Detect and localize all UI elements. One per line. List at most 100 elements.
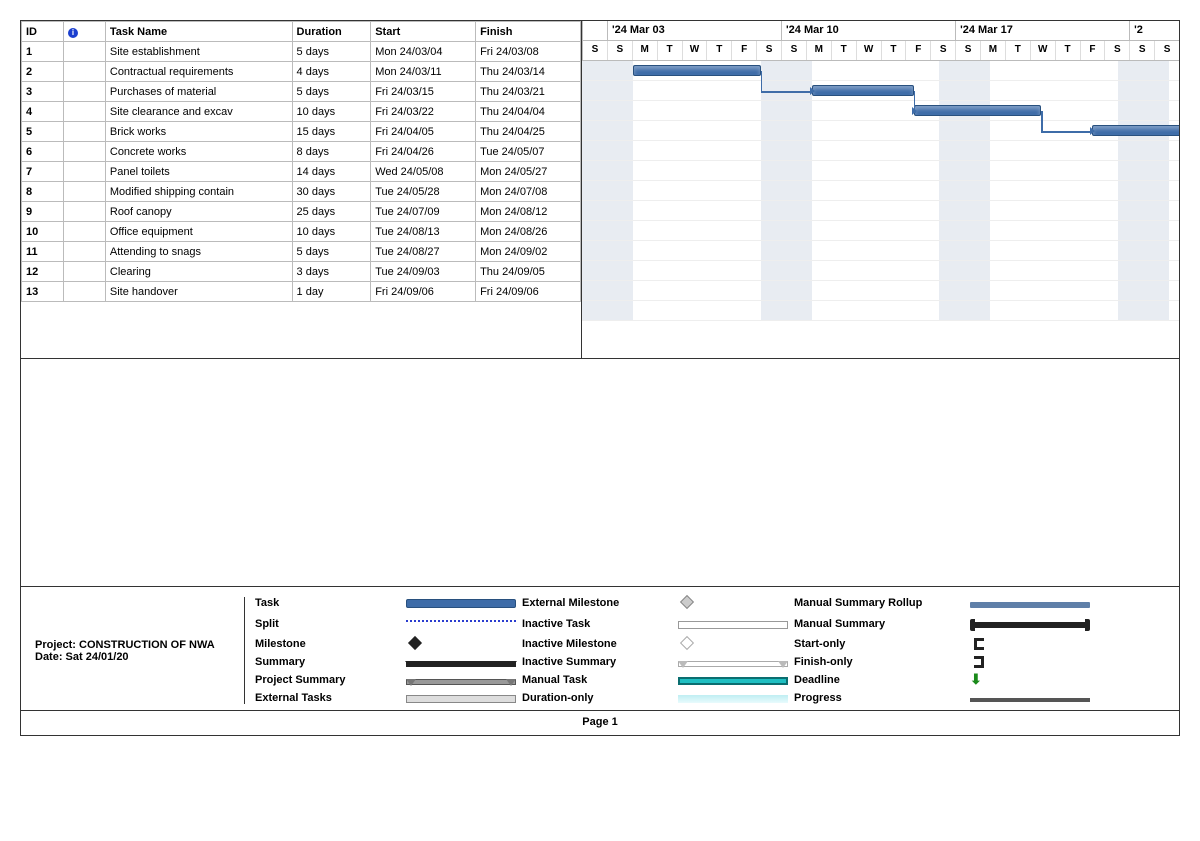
- gantt-top-area: ID i Task Name Duration Start Finish 1Si…: [21, 21, 1179, 359]
- task-info: [63, 102, 105, 122]
- task-duration[interactable]: 10 days: [292, 102, 371, 122]
- task-start[interactable]: Tue 24/08/13: [371, 222, 476, 242]
- task-finish[interactable]: Mon 24/09/02: [476, 242, 581, 262]
- swatch-inactive-task: [678, 621, 788, 629]
- task-name[interactable]: Brick works: [105, 122, 292, 142]
- task-row[interactable]: 9Roof canopy25 daysTue 24/07/09Mon 24/08…: [22, 202, 581, 222]
- col-header-name[interactable]: Task Name: [105, 22, 292, 42]
- col-header-duration[interactable]: Duration: [292, 22, 371, 42]
- task-row[interactable]: 10Office equipment10 daysTue 24/08/13Mon…: [22, 222, 581, 242]
- task-finish[interactable]: Thu 24/03/14: [476, 62, 581, 82]
- task-finish[interactable]: Thu 24/04/04: [476, 102, 581, 122]
- task-start[interactable]: Tue 24/09/03: [371, 262, 476, 282]
- task-start[interactable]: Fri 24/04/26: [371, 142, 476, 162]
- task-row[interactable]: 1Site establishment5 daysMon 24/03/04Fri…: [22, 42, 581, 62]
- task-name[interactable]: Site clearance and excav: [105, 102, 292, 122]
- legend-label-deadline: Deadline: [794, 674, 964, 686]
- task-row[interactable]: 13Site handover1 dayFri 24/09/06Fri 24/0…: [22, 282, 581, 302]
- task-finish[interactable]: Thu 24/04/25: [476, 122, 581, 142]
- task-name[interactable]: Concrete works: [105, 142, 292, 162]
- task-name[interactable]: Clearing: [105, 262, 292, 282]
- task-start[interactable]: Mon 24/03/04: [371, 42, 476, 62]
- timeline-day-label: W: [682, 41, 707, 60]
- task-row[interactable]: 5Brick works15 daysFri 24/04/05Thu 24/04…: [22, 122, 581, 142]
- task-row[interactable]: 6Concrete works8 daysFri 24/04/26Tue 24/…: [22, 142, 581, 162]
- col-header-finish[interactable]: Finish: [476, 22, 581, 42]
- task-duration[interactable]: 15 days: [292, 122, 371, 142]
- swatch-inactive-milestone: [680, 636, 694, 650]
- timeline-week-label: '24 Mar 17: [955, 21, 1129, 40]
- task-duration[interactable]: 8 days: [292, 142, 371, 162]
- task-finish[interactable]: Fri 24/09/06: [476, 282, 581, 302]
- col-header-info[interactable]: i: [63, 22, 105, 42]
- gantt-row: [582, 161, 1179, 181]
- arrow-icon: [1090, 127, 1095, 135]
- task-name[interactable]: Modified shipping contain: [105, 182, 292, 202]
- col-header-id[interactable]: ID: [22, 22, 64, 42]
- gantt-link: [761, 91, 812, 93]
- task-duration[interactable]: 30 days: [292, 182, 371, 202]
- task-start[interactable]: Tue 24/05/28: [371, 182, 476, 202]
- task-info: [63, 282, 105, 302]
- task-info: [63, 262, 105, 282]
- task-name[interactable]: Contractual requirements: [105, 62, 292, 82]
- legend-label-inactive: Inactive Task: [522, 618, 672, 630]
- gantt-bar[interactable]: [1092, 125, 1179, 136]
- task-finish[interactable]: Mon 24/05/27: [476, 162, 581, 182]
- task-duration[interactable]: 5 days: [292, 242, 371, 262]
- task-row[interactable]: 2Contractual requirements4 daysMon 24/03…: [22, 62, 581, 82]
- col-header-start[interactable]: Start: [371, 22, 476, 42]
- swatch-project-summary: [406, 679, 516, 685]
- task-start[interactable]: Tue 24/07/09: [371, 202, 476, 222]
- task-row[interactable]: 8Modified shipping contain30 daysTue 24/…: [22, 182, 581, 202]
- task-start[interactable]: Fri 24/09/06: [371, 282, 476, 302]
- task-name[interactable]: Site establishment: [105, 42, 292, 62]
- task-id: 7: [22, 162, 64, 182]
- task-duration[interactable]: 14 days: [292, 162, 371, 182]
- task-name[interactable]: Purchases of material: [105, 82, 292, 102]
- task-finish[interactable]: Mon 24/08/26: [476, 222, 581, 242]
- task-name[interactable]: Roof canopy: [105, 202, 292, 222]
- task-duration[interactable]: 5 days: [292, 82, 371, 102]
- task-start[interactable]: Fri 24/03/15: [371, 82, 476, 102]
- task-name[interactable]: Site handover: [105, 282, 292, 302]
- timeline-day-label: S: [955, 41, 980, 60]
- task-name[interactable]: Attending to snags: [105, 242, 292, 262]
- task-duration[interactable]: 1 day: [292, 282, 371, 302]
- task-start[interactable]: Mon 24/03/11: [371, 62, 476, 82]
- task-finish[interactable]: Mon 24/08/12: [476, 202, 581, 222]
- task-info: [63, 42, 105, 62]
- task-id: 4: [22, 102, 64, 122]
- task-duration[interactable]: 5 days: [292, 42, 371, 62]
- legend-label-progress: Progress: [794, 692, 964, 704]
- task-row[interactable]: 3Purchases of material5 daysFri 24/03/15…: [22, 82, 581, 102]
- task-finish[interactable]: Tue 24/05/07: [476, 142, 581, 162]
- task-duration[interactable]: 25 days: [292, 202, 371, 222]
- task-row[interactable]: 7 Panel toilets14 daysWed 24/05/08Mon 24/…: [22, 162, 581, 182]
- swatch-manual-task: [678, 677, 788, 685]
- task-row[interactable]: 4 Site clearance and excav10 daysFri 24/0…: [22, 102, 581, 122]
- task-finish[interactable]: Thu 24/03/21: [476, 82, 581, 102]
- task-duration[interactable]: 10 days: [292, 222, 371, 242]
- legend-label-duronly: Duration-only: [522, 692, 672, 704]
- timeline-day-label: T: [1055, 41, 1080, 60]
- task-finish[interactable]: Fri 24/03/08: [476, 42, 581, 62]
- task-start[interactable]: Wed 24/05/08: [371, 162, 476, 182]
- task-start[interactable]: Fri 24/03/22: [371, 102, 476, 122]
- legend-date: Date: Sat 24/01/20: [35, 651, 236, 663]
- gantt-bar[interactable]: [633, 65, 761, 76]
- task-row[interactable]: 11Attending to snags5 daysTue 24/08/27Mo…: [22, 242, 581, 262]
- gantt-row: [582, 201, 1179, 221]
- gantt-bar[interactable]: [812, 85, 914, 96]
- gantt-bar[interactable]: [914, 105, 1042, 116]
- task-row[interactable]: 12Clearing3 daysTue 24/09/03Thu 24/09/05: [22, 262, 581, 282]
- task-finish[interactable]: Mon 24/07/08: [476, 182, 581, 202]
- task-duration[interactable]: 3 days: [292, 262, 371, 282]
- task-name[interactable]: Office equipment: [105, 222, 292, 242]
- gantt-pane[interactable]: '24 Mar 03'24 Mar 10'24 Mar 17'2 SSMTWTF…: [582, 21, 1179, 358]
- task-name[interactable]: Panel toilets: [105, 162, 292, 182]
- task-start[interactable]: Tue 24/08/27: [371, 242, 476, 262]
- task-duration[interactable]: 4 days: [292, 62, 371, 82]
- task-start[interactable]: Fri 24/04/05: [371, 122, 476, 142]
- task-finish[interactable]: Thu 24/09/05: [476, 262, 581, 282]
